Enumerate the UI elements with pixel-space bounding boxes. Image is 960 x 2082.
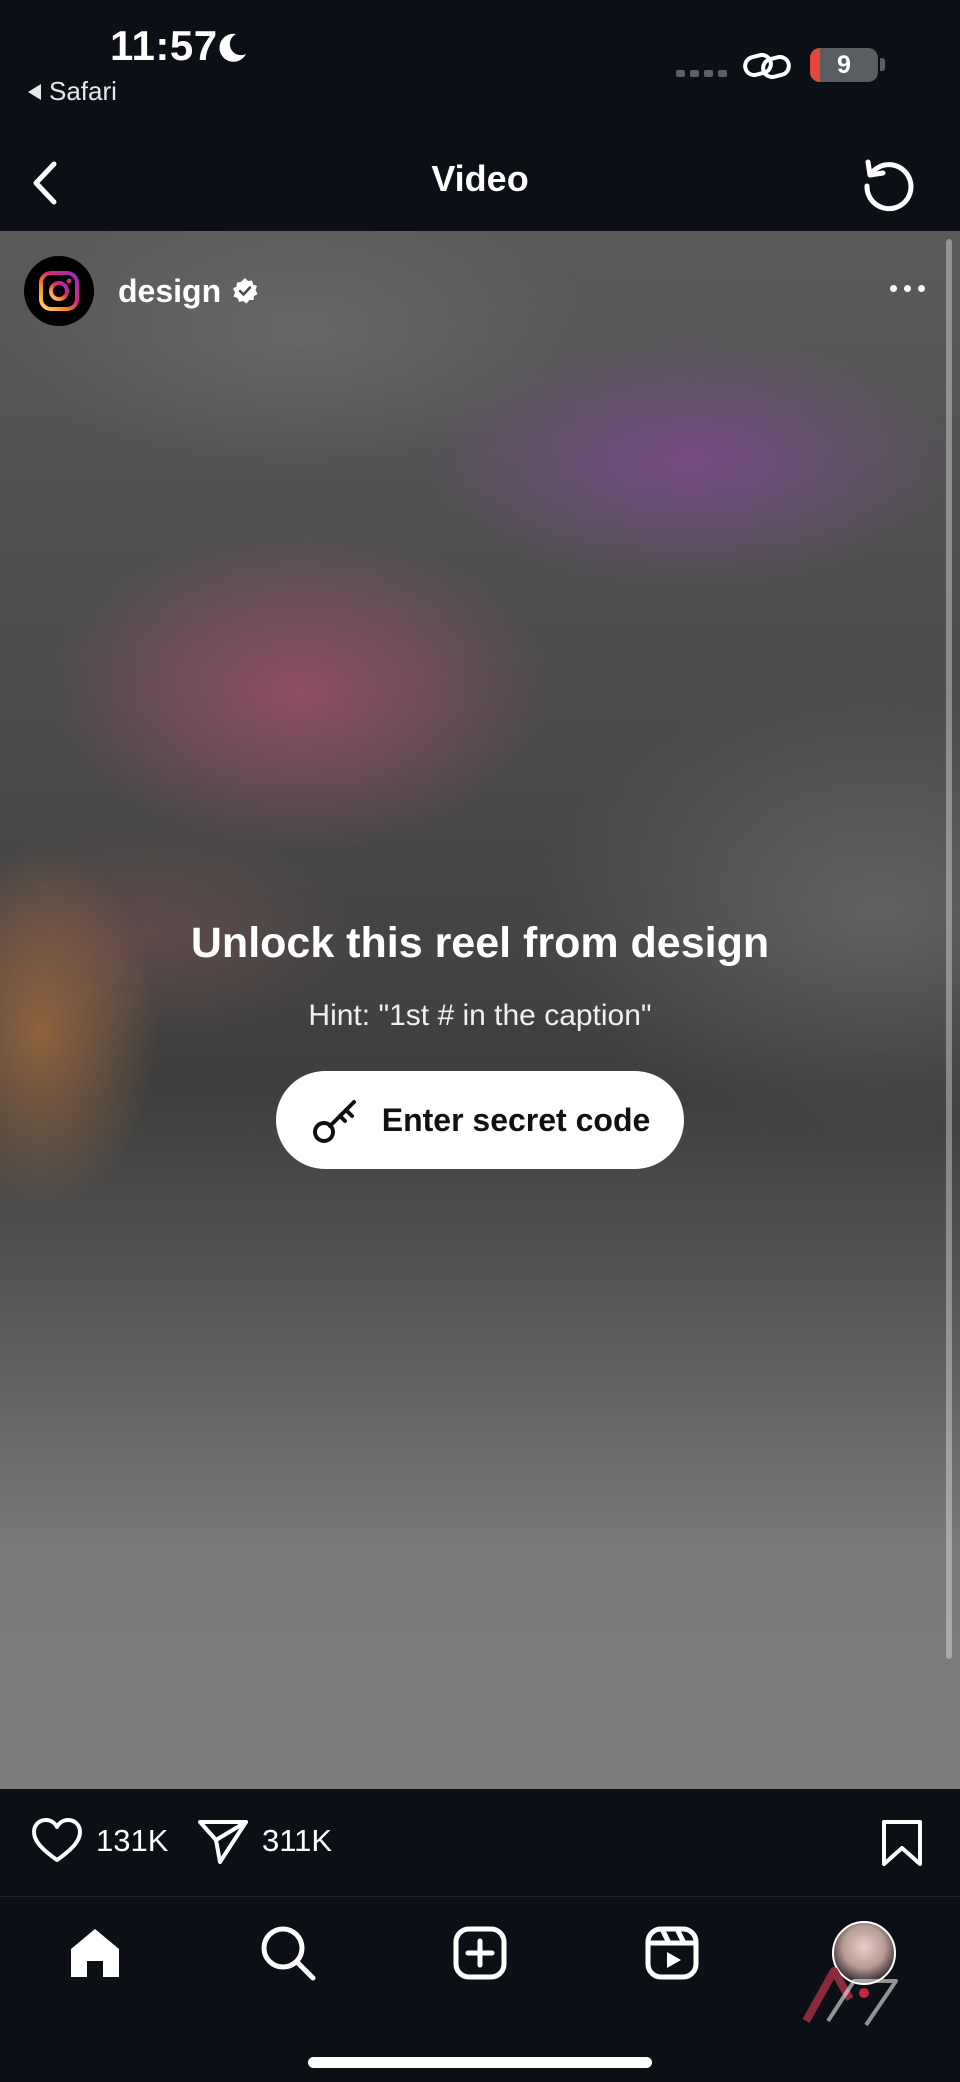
heart-icon — [32, 1818, 82, 1862]
like-button[interactable]: 131K — [30, 1814, 168, 1868]
more-icon[interactable] — [890, 285, 925, 292]
battery-icon: 9 — [810, 48, 878, 82]
tab-home[interactable] — [65, 1923, 125, 1983]
create-icon — [453, 1926, 507, 1980]
signal-icon — [676, 70, 727, 77]
video-player[interactable]: design Unlock this reel from design Hint… — [0, 231, 960, 1789]
home-icon — [71, 1929, 119, 1977]
page-title: Video — [431, 158, 529, 199]
unlock-title: Unlock this reel from design — [190, 919, 770, 967]
back-app-label: Safari — [49, 76, 117, 106]
tab-bar — [0, 1896, 960, 2082]
post-header: design — [24, 255, 259, 327]
search-icon — [261, 1926, 316, 1981]
home-indicator — [308, 2057, 652, 2068]
reels-icon — [645, 1926, 699, 1980]
status-bar: 11:57 Safari 9 — [0, 0, 960, 120]
watermark-logo — [802, 1967, 898, 2027]
share-count: 311K — [262, 1823, 333, 1858]
enter-secret-code-button[interactable]: Enter secret code — [276, 1071, 684, 1169]
back-triangle-icon — [28, 83, 41, 100]
moon-icon — [219, 33, 246, 62]
hint-text: Hint: "1st # in the caption" — [308, 999, 652, 1032]
account-avatar[interactable] — [24, 256, 94, 326]
like-count: 131K — [96, 1823, 169, 1858]
battery-tip — [880, 58, 885, 71]
status-time: 11:57 — [110, 22, 218, 69]
action-bar: 131K 311K — [0, 1790, 960, 1895]
instagram-logo-icon — [39, 271, 79, 311]
reload-icon[interactable] — [858, 154, 918, 214]
enter-secret-code-label: Enter secret code — [381, 1101, 651, 1138]
username[interactable]: design — [118, 273, 221, 310]
tab-search[interactable] — [258, 1923, 318, 1983]
tab-reels[interactable] — [642, 1923, 702, 1983]
share-button[interactable]: 311K — [196, 1814, 332, 1868]
battery-level: 9 — [837, 51, 851, 79]
verified-icon — [233, 278, 258, 304]
nav-header: Video — [0, 140, 960, 230]
send-icon — [198, 1820, 248, 1864]
tab-create[interactable] — [450, 1923, 510, 1983]
link-icon — [743, 52, 791, 80]
key-icon — [312, 1100, 356, 1143]
bookmark-icon[interactable] — [880, 1818, 924, 1868]
back-to-safari[interactable]: Safari — [28, 76, 117, 107]
